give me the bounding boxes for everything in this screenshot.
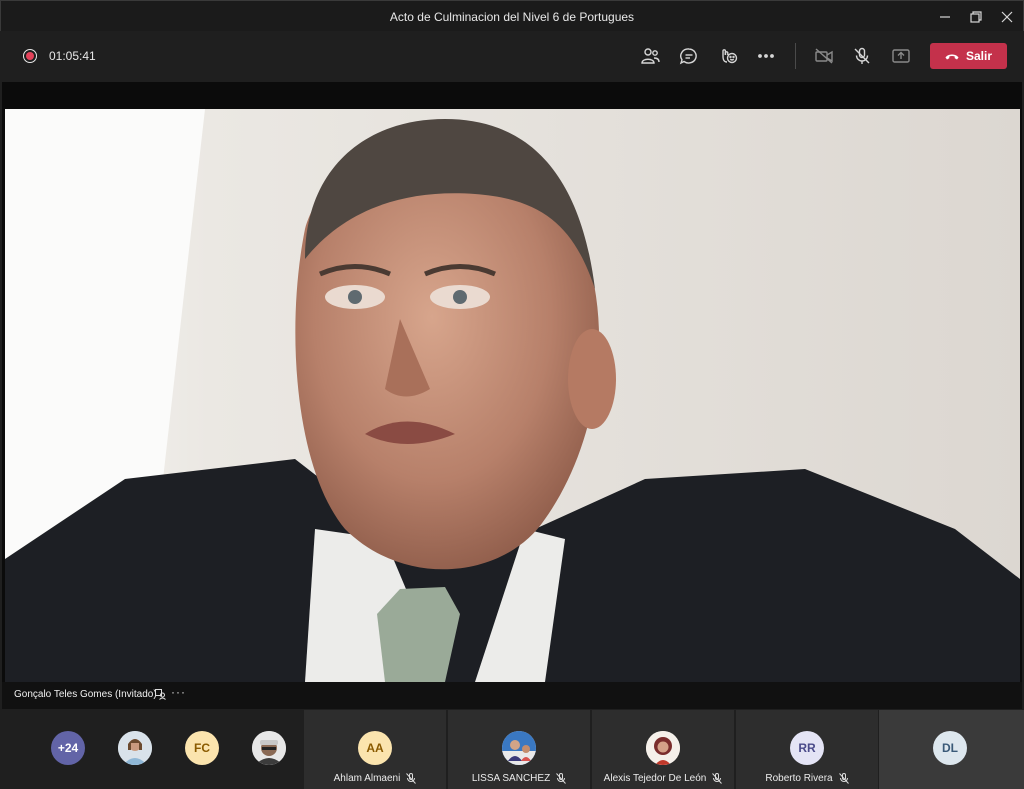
speaker-video-frame (5, 109, 1020, 682)
restore-icon (970, 10, 982, 23)
participant-name-row: Roberto Rivera (736, 773, 878, 784)
main-stage: Gonçalo Teles Gomes (Invitado) ··· (2, 82, 1022, 709)
participant-avatar-initials: AA (358, 731, 392, 765)
recording-icon (23, 49, 37, 63)
overflow-participants-button[interactable]: +24 (51, 731, 85, 765)
minimize-button[interactable] (929, 1, 961, 32)
microphone-toggle-button[interactable] (849, 43, 875, 69)
participant-avatar-initials[interactable]: FC (185, 731, 219, 765)
speaker-more-button[interactable]: ··· (171, 685, 186, 699)
leave-label: Salir (965, 49, 992, 63)
speaker-video[interactable] (5, 109, 1020, 682)
share-screen-button[interactable] (888, 43, 914, 69)
participant-name-row: LISSA SANCHEZ (448, 773, 590, 784)
meeting-toolbar: 01:05:41 Salir (0, 31, 1024, 81)
window-title: Acto de Culminacion del Nivel 6 de Portu… (389, 10, 635, 24)
participant-avatar (502, 731, 536, 765)
chat-icon (679, 48, 697, 65)
participants-icon (641, 48, 660, 64)
hang-up-icon (945, 54, 959, 60)
participant-name: Roberto Rivera (765, 773, 833, 784)
more-icon (758, 54, 774, 58)
participant-tile[interactable]: RR Roberto Rivera (736, 710, 878, 789)
guest-icon (155, 689, 166, 700)
participant-photo (502, 731, 536, 765)
participants-button[interactable] (637, 43, 663, 69)
participant-name: LISSA SANCHEZ (471, 773, 551, 784)
leave-button[interactable]: Salir (930, 43, 1007, 69)
participant-avatar (646, 731, 680, 765)
participant-photo (646, 731, 680, 765)
camera-toggle-button[interactable] (811, 43, 837, 69)
camera-off-icon (815, 48, 833, 64)
meeting-timer: 01:05:41 (49, 49, 96, 63)
participant-tile[interactable]: AA Ahlam Almaeni (304, 710, 446, 789)
more-options-button[interactable] (753, 43, 779, 69)
reactions-button[interactable] (715, 43, 741, 69)
speaker-name-bar: Gonçalo Teles Gomes (Invitado) ··· (2, 682, 1022, 709)
minimize-icon (940, 15, 950, 18)
participant-name: Alexis Tejedor De León (603, 773, 707, 784)
participant-avatar-initials: RR (790, 731, 824, 765)
mic-off-icon (854, 47, 870, 64)
participants-strip: +24 FC AA Ahlam Almaeni LISSA SANCHEZ Al… (0, 710, 1024, 789)
mic-muted-icon (406, 773, 417, 784)
participant-photo (252, 731, 286, 765)
share-icon (892, 49, 910, 63)
participant-avatar-initials: DL (933, 731, 967, 765)
title-bar: Acto de Culminacion del Nivel 6 de Portu… (0, 0, 1024, 31)
participant-avatar[interactable] (252, 731, 286, 765)
participant-photo (118, 731, 152, 765)
close-button[interactable] (991, 1, 1023, 32)
close-icon (1001, 11, 1013, 22)
mic-muted-icon (838, 773, 849, 784)
participant-tile[interactable]: DL (879, 710, 1024, 789)
reactions-icon (722, 49, 738, 64)
participant-tile[interactable]: LISSA SANCHEZ (448, 710, 590, 789)
toolbar-divider (795, 43, 796, 69)
participant-tile[interactable]: Alexis Tejedor De León (592, 710, 734, 789)
participant-avatar[interactable] (118, 731, 152, 765)
mic-muted-icon (712, 773, 723, 784)
chat-button[interactable] (676, 43, 702, 69)
participant-name-row: Alexis Tejedor De León (592, 773, 734, 784)
participant-name-row: Ahlam Almaeni (304, 773, 446, 784)
restore-button[interactable] (960, 1, 992, 32)
speaker-name: Gonçalo Teles Gomes (Invitado) (14, 689, 157, 700)
participant-name: Ahlam Almaeni (333, 773, 401, 784)
mic-muted-icon (556, 773, 567, 784)
